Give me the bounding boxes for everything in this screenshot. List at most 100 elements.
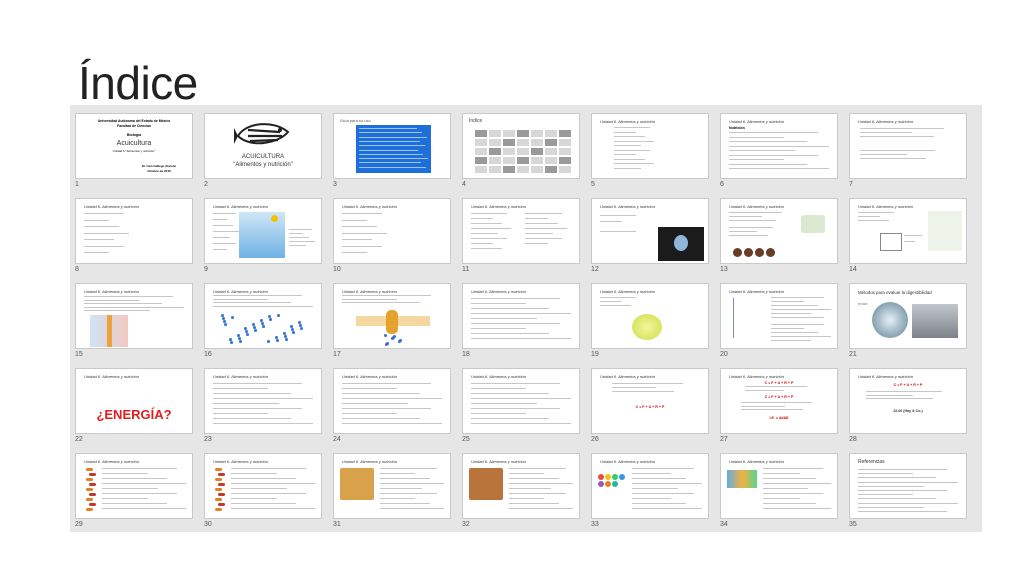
text-line: [471, 418, 549, 419]
text-line: [213, 388, 268, 389]
slide-thumbnail[interactable]: Unidad 6. Alimentos y nutrición C = F + U…: [591, 368, 711, 446]
particle: [285, 338, 288, 341]
slide-thumbnail[interactable]: Unidad 6. Alimentos y nutrición ¿ENERGÍA?…: [75, 368, 195, 446]
slide-thumbnail[interactable]: ACUICULTURA "Alimentos y nutrición" 2: [204, 113, 324, 191]
dna-helix-icon: [86, 488, 93, 491]
slide-thumbnail[interactable]: Unidad 6. Alimentos y nutrición C = F + U…: [720, 368, 840, 446]
sun-icon: [271, 215, 278, 222]
slide-thumbnail[interactable]: Unidad 6. Alimentos y nutrición 12: [591, 198, 711, 276]
mini-slide: [503, 166, 515, 173]
text-line: [359, 158, 428, 160]
slide-thumbnail[interactable]: Unidad 6. Alimentos y nutrición 15: [75, 283, 195, 361]
dna-helix-icon: [89, 493, 96, 496]
slide-thumbnail[interactable]: Referencias 35: [849, 453, 969, 531]
text-line: [380, 493, 437, 494]
digestion-image: [801, 215, 825, 233]
text-line: [771, 313, 811, 314]
text-line: [632, 508, 702, 509]
text-line: [771, 328, 804, 329]
slide-thumbnail[interactable]: Unidad 6. Alimentos y nutrición 24: [333, 368, 453, 446]
slide-thumbnail[interactable]: Unidad 6. Alimentos y nutrición 10: [333, 198, 453, 276]
slide-number: 2: [204, 181, 208, 188]
text-line: [763, 508, 831, 509]
text-line: [612, 391, 674, 392]
text-line: [632, 488, 678, 489]
food-photo: [340, 468, 374, 500]
slide-title: Unidad 6. Alimentos y nutrición: [84, 459, 139, 464]
text-line: [289, 237, 309, 238]
slide-thumbnail[interactable]: Unidad 6. Alimentos y nutrición 14: [849, 198, 969, 276]
text-line: [471, 328, 526, 329]
slide-sorter[interactable]: Universidad Autónoma del Estado de Méxic…: [70, 105, 982, 532]
slide-preview: Universidad Autónoma del Estado de Méxic…: [75, 113, 193, 179]
text-line: [102, 478, 167, 479]
section-label: Nutrición: [729, 126, 745, 130]
slide-thumbnail[interactable]: Unidad 6. Alimentos y nutrición 17: [333, 283, 453, 361]
slide-number: 6: [720, 181, 724, 188]
slide-thumbnail[interactable]: Unidad 6. Alimentos y nutrición 31: [333, 453, 453, 531]
slide-thumbnail[interactable]: Unidad 6. Alimentos y nutrición 9: [204, 198, 324, 276]
text-line: [763, 478, 816, 479]
energy-equation: C = F + U + R + P: [764, 395, 794, 399]
slide-thumbnail[interactable]: Unidad 6. Alimentos y nutrición 18: [462, 283, 582, 361]
lab-photo: [912, 304, 958, 338]
text-line: [342, 302, 420, 303]
slide-thumbnail[interactable]: Unidad 6. Alimentos y nutrición Nutrición…: [720, 113, 840, 191]
slide-preview: Referencias: [849, 453, 967, 519]
cell-image: [632, 314, 662, 340]
slide-preview: Unidad 6. Alimentos y nutrición: [204, 198, 322, 264]
text-line: [614, 163, 654, 164]
slide-number: 8: [75, 266, 79, 273]
slide-thumbnail[interactable]: Unidad 6. Alimentos y nutrición 29: [75, 453, 195, 531]
particle: [239, 340, 242, 343]
text-line: [866, 394, 913, 396]
text-line: [471, 333, 549, 334]
slide-thumbnail[interactable]: Métodos para evaluar la digestibilidad In…: [849, 283, 969, 361]
text-line: [729, 136, 784, 138]
slide-preview: Unidad 6. Alimentos y nutrición: [720, 453, 838, 519]
text-line: [471, 393, 549, 394]
slide-thumbnail[interactable]: Unidad 6. Alimentos y nutrición 23: [204, 368, 324, 446]
slide-preview: Unidad 6. Alimentos y nutrición: [75, 453, 193, 519]
slide-thumbnail[interactable]: Unidad 6. Alimentos y nutrición 11: [462, 198, 582, 276]
text-line: [342, 393, 420, 394]
mini-slide: [489, 130, 501, 137]
university-name: Universidad Autónoma del Estado de Méxic…: [97, 119, 171, 123]
slide-number: 14: [849, 266, 857, 273]
slide-title: Unidad 6. Alimentos y nutrición: [471, 289, 526, 294]
text-line: [858, 220, 889, 221]
slide-thumbnail[interactable]: Unidad 6. Alimentos y nutrición 32: [462, 453, 582, 531]
particle: [262, 325, 265, 328]
text-line: [471, 338, 571, 339]
text-line: [858, 212, 894, 213]
slide-thumbnail[interactable]: Guía para su uso 3: [333, 113, 453, 191]
text-line: [471, 423, 571, 424]
text-line: [213, 408, 302, 409]
slide-thumbnail[interactable]: Unidad 6. Alimentos y nutrición 33: [591, 453, 711, 531]
slide-thumbnail[interactable]: Unidad 6. Alimentos y nutrición 30: [204, 453, 324, 531]
slide-title: Unidad 6. Alimentos y nutrición: [858, 204, 913, 209]
slide-thumbnail[interactable]: Unidad 6. Alimentos y nutrición C = F + U…: [849, 368, 969, 446]
slide-thumbnail[interactable]: Unidad 6. Alimentos y nutrición 34: [720, 453, 840, 531]
slide-thumbnail[interactable]: Unidad 6. Alimentos y nutrición 8: [75, 198, 195, 276]
text-line: [102, 508, 186, 509]
slide-thumbnail[interactable]: Unidad 6. Alimentos y nutrición 7: [849, 113, 969, 191]
slide-thumbnail[interactable]: Unidad 6. Alimentos y nutrición 16: [204, 283, 324, 361]
text-line: [231, 498, 277, 499]
logo-title: ACUICULTURA: [241, 154, 285, 160]
references-title: Referencias: [858, 459, 885, 465]
slide-thumbnail[interactable]: Universidad Autónoma del Estado de Méxic…: [75, 113, 195, 191]
text-line: [359, 136, 427, 138]
slide-thumbnail[interactable]: Unidad 6. Alimentos y nutrición 25: [462, 368, 582, 446]
text-line: [380, 468, 437, 469]
slide-thumbnail[interactable]: Índice 4: [462, 113, 582, 191]
slide-thumbnail[interactable]: Unidad 6. Alimentos y nutrición 5: [591, 113, 711, 191]
slide-thumbnail[interactable]: Unidad 6. Alimentos y nutrición 13: [720, 198, 840, 276]
text-line: [84, 299, 139, 301]
slide-thumbnail[interactable]: Unidad 6. Alimentos y nutrición 19: [591, 283, 711, 361]
slide-number: 20: [720, 351, 728, 358]
text-line: [380, 478, 430, 479]
text-line: [632, 473, 671, 474]
slide-thumbnail[interactable]: Unidad 6. Alimentos y nutrición 20: [720, 283, 840, 361]
text-line: [289, 233, 303, 234]
